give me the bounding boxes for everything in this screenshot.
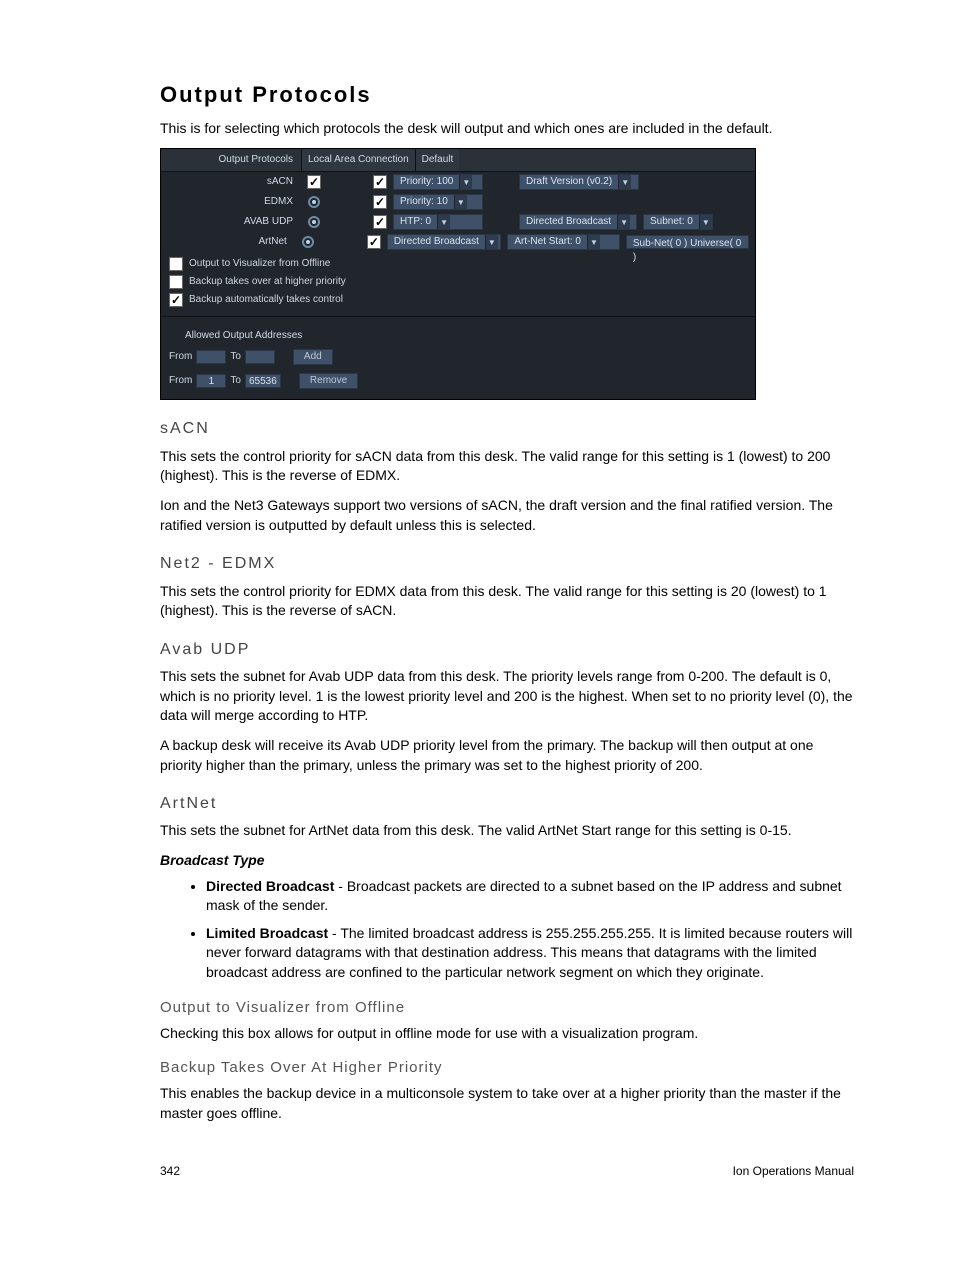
combo-avab-htp[interactable]: HTP: 0▼ <box>393 214 483 230</box>
combo-artnet-bcast[interactable]: Directed Broadcast▼ <box>387 234 501 250</box>
panel-header-label: Output Protocols <box>161 149 301 171</box>
label-to: To <box>230 350 241 364</box>
label-output-visualizer: Output to Visualizer from Offline <box>189 257 330 271</box>
checkbox-avab-default[interactable] <box>373 215 387 229</box>
page-number: 342 <box>160 1163 180 1180</box>
page: Output Protocols This is for selecting w… <box>0 0 954 1230</box>
checkbox-backup-higher[interactable] <box>169 275 183 289</box>
chevron-down-icon: ▼ <box>454 195 467 209</box>
radio-artnet-enable[interactable] <box>302 236 314 248</box>
checkbox-artnet-default[interactable] <box>367 235 381 249</box>
checkbox-sacn-enable[interactable] <box>307 175 321 189</box>
label-from: From <box>169 350 192 364</box>
radio-avab-enable[interactable] <box>308 216 320 228</box>
label-backup-higher: Backup takes over at higher priority <box>189 275 346 289</box>
heading-artnet: ArtNet <box>160 793 854 815</box>
label-edmx: EDMX <box>161 195 301 209</box>
input-to-2[interactable]: 65536 <box>245 374 281 388</box>
intro-text: This is for selecting which protocols th… <box>160 119 854 139</box>
combo-sacn-priority[interactable]: Priority: 100▼ <box>393 174 483 190</box>
combo-edmx-priority[interactable]: Priority: 10▼ <box>393 194 483 210</box>
label-artnet: ArtNet <box>161 235 295 249</box>
combo-sacn-draft[interactable]: Draft Version (v0.2)▼ <box>519 174 639 190</box>
chevron-down-icon: ▼ <box>485 235 498 249</box>
checkbox-sacn-default[interactable] <box>373 175 387 189</box>
heading-broadcast-type: Broadcast Type <box>160 851 854 871</box>
combo-avab-subnet[interactable]: Subnet: 0▼ <box>643 214 713 230</box>
label-backup-auto: Backup automatically takes control <box>189 293 343 307</box>
button-add[interactable]: Add <box>293 349 333 365</box>
broadcast-list: Directed Broadcast - Broadcast packets a… <box>206 877 854 983</box>
row-edmx: EDMX Priority: 10▼ <box>161 192 755 212</box>
allowed-addresses: Allowed Output Addresses From To Add Fro… <box>161 323 755 399</box>
heading-output-visualizer: Output to Visualizer from Offline <box>160 997 854 1018</box>
checkbox-output-visualizer[interactable] <box>169 257 183 271</box>
chevron-down-icon: ▼ <box>587 235 600 249</box>
chevron-down-icon: ▼ <box>459 175 472 189</box>
panel-header: Output Protocols Local Area Connection D… <box>161 149 755 172</box>
text-sacn-1: This sets the control priority for sACN … <box>160 447 854 486</box>
page-footer: 342 Ion Operations Manual <box>160 1163 854 1180</box>
box-artnet-subuniverse: Sub-Net( 0 ) Universe( 0 ) <box>626 235 749 249</box>
input-from-1[interactable] <box>196 350 226 364</box>
heading-avab: Avab UDP <box>160 639 854 661</box>
list-item-directed: Directed Broadcast - Broadcast packets a… <box>206 877 854 916</box>
text-visualizer: Checking this box allows for output in o… <box>160 1024 854 1044</box>
heading-backup: Backup Takes Over At Higher Priority <box>160 1057 854 1078</box>
row-avab: AVAB UDP HTP: 0▼ Directed Broadcast▼ Sub… <box>161 212 755 232</box>
chevron-down-icon: ▼ <box>437 215 450 229</box>
button-remove[interactable]: Remove <box>299 373 358 389</box>
label-sacn: sACN <box>161 175 301 189</box>
combo-artnet-start[interactable]: Art-Net Start: 0▼ <box>507 234 620 250</box>
chevron-down-icon: ▼ <box>618 175 631 189</box>
list-item-limited: Limited Broadcast - The limited broadcas… <box>206 924 854 983</box>
checkbox-backup-auto[interactable] <box>169 293 183 307</box>
text-avab-1: This sets the subnet for Avab UDP data f… <box>160 667 854 726</box>
label-avab: AVAB UDP <box>161 215 301 229</box>
heading-output-protocols: Output Protocols <box>160 80 854 111</box>
checkbox-edmx-default[interactable] <box>373 195 387 209</box>
text-artnet: This sets the subnet for ArtNet data fro… <box>160 821 854 841</box>
addr-title: Allowed Output Addresses <box>165 327 751 347</box>
row-artnet: ArtNet Directed Broadcast▼ Art-Net Start… <box>161 232 755 252</box>
radio-edmx-enable[interactable] <box>308 196 320 208</box>
text-backup: This enables the backup device in a mult… <box>160 1084 854 1123</box>
heading-sacn: sACN <box>160 418 854 440</box>
heading-net2: Net2 - EDMX <box>160 553 854 575</box>
manual-title: Ion Operations Manual <box>733 1163 854 1180</box>
label-to-2: To <box>230 374 241 388</box>
text-sacn-2: Ion and the Net3 Gateways support two ve… <box>160 496 854 535</box>
panel-sub-options: Output to Visualizer from Offline Backup… <box>161 252 755 312</box>
row-sacn: sACN Priority: 100▼ Draft Version (v0.2)… <box>161 172 755 192</box>
chevron-down-icon: ▼ <box>699 215 712 229</box>
output-protocols-panel: Output Protocols Local Area Connection D… <box>160 148 756 400</box>
chevron-down-icon: ▼ <box>617 215 630 229</box>
label-from-2: From <box>169 374 192 388</box>
text-net2: This sets the control priority for EDMX … <box>160 582 854 621</box>
input-to-1[interactable] <box>245 350 275 364</box>
text-avab-2: A backup desk will receive its Avab UDP … <box>160 736 854 775</box>
input-from-2[interactable]: 1 <box>196 374 226 388</box>
combo-avab-bcast[interactable]: Directed Broadcast▼ <box>519 214 637 230</box>
panel-connection: Local Area Connection <box>301 149 415 171</box>
panel-default: Default <box>415 149 460 171</box>
